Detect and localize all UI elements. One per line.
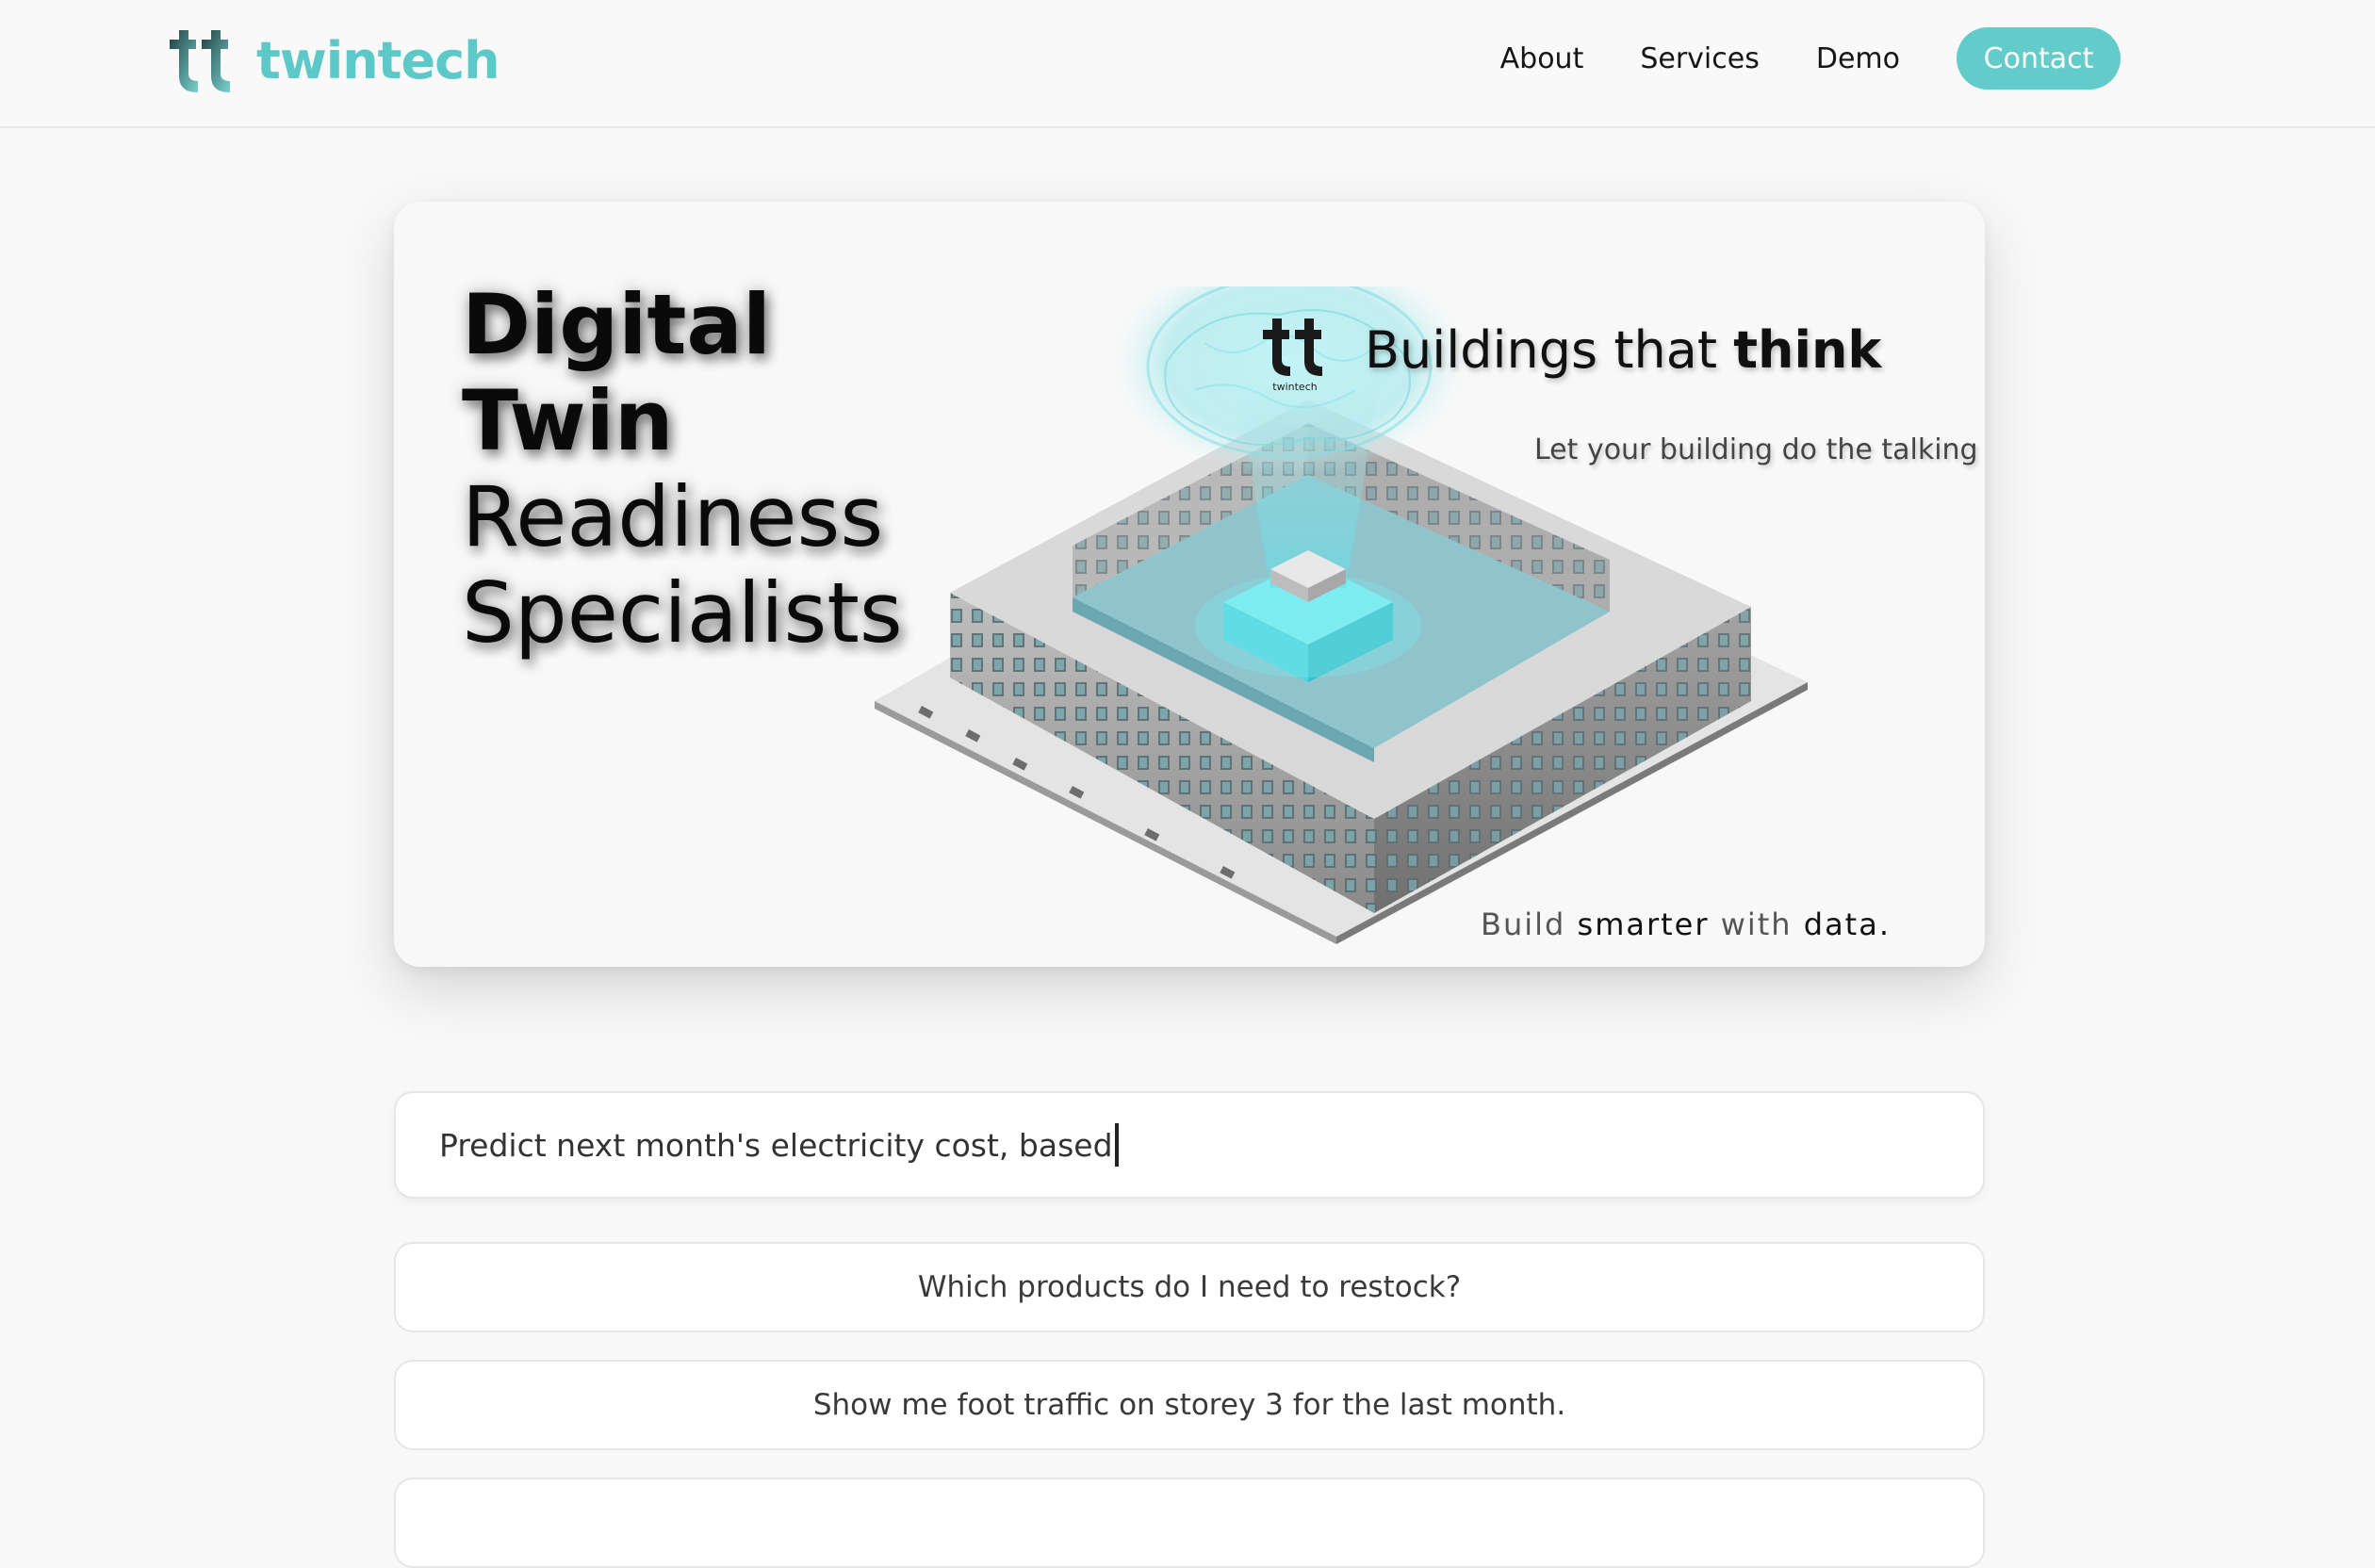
suggestion-restock[interactable]: Which products do I need to restock?: [394, 1242, 1985, 1332]
logo-link[interactable]: twintech: [164, 24, 500, 96]
text-caret: [1114, 1123, 1119, 1167]
slogan-word-2: smarter: [1577, 906, 1710, 942]
hero-heading: Digital Twin Readiness Specialists: [462, 277, 903, 662]
logo-text: twintech: [256, 30, 500, 90]
slogan-word-4: data.: [1803, 906, 1891, 942]
hero-banner: Digital Twin Readiness Specialists twint…: [394, 202, 1985, 967]
suggestion-partial[interactable]: [394, 1478, 1985, 1568]
hero-tagline: Buildings that think: [1365, 320, 1881, 380]
hero-heading-line-3: Readiness: [462, 468, 884, 565]
hero-subtagline: Let your building do the talking: [1534, 433, 1978, 466]
contact-button[interactable]: Contact: [1957, 27, 2121, 90]
mini-logo-caption: twintech: [1272, 381, 1317, 393]
tagline-prefix: Buildings that: [1365, 320, 1734, 380]
main-nav: About Services Demo Contact: [1500, 27, 2121, 90]
hero-heading-line-2: Twin: [462, 372, 674, 469]
twintech-mini-logo-icon: twintech: [1263, 318, 1322, 393]
nav-demo[interactable]: Demo: [1816, 42, 1900, 75]
slogan-word-1: Build: [1481, 906, 1578, 942]
site-header: twintech About Services Demo Contact: [0, 0, 2375, 128]
suggestion-foot-traffic[interactable]: Show me foot traffic on storey 3 for the…: [394, 1360, 1985, 1450]
hero-heading-line-1: Digital: [462, 276, 771, 373]
nav-services[interactable]: Services: [1640, 42, 1760, 75]
twintech-logo-icon: [170, 30, 230, 92]
tagline-emphasis: think: [1733, 320, 1882, 380]
hero-heading-line-4: Specialists: [462, 564, 903, 662]
hero-slogan: Build smarter with data.: [1481, 906, 1891, 942]
query-input[interactable]: Predict next month's electricity cost, b…: [394, 1091, 1985, 1199]
query-text: Predict next month's electricity cost, b…: [439, 1126, 1113, 1164]
slogan-word-3: with: [1709, 906, 1804, 942]
nav-about[interactable]: About: [1500, 42, 1584, 75]
building-illustration: [875, 286, 1808, 944]
